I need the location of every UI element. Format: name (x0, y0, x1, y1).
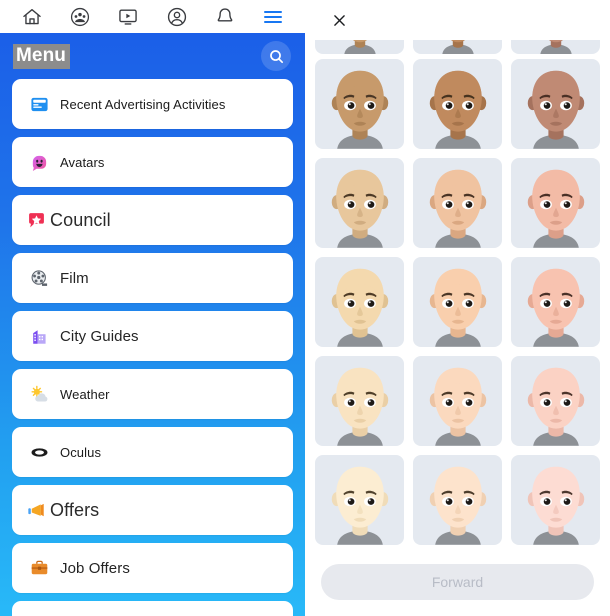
page-title: Menu (13, 43, 71, 69)
menu-item-partial[interactable] (12, 601, 293, 616)
menu-item-oculus[interactable]: Oculus (12, 427, 293, 477)
menu-item-label: City Guides (60, 327, 139, 345)
briefcase-icon (29, 558, 49, 578)
menu-item-job-offers[interactable]: Job Offers (12, 543, 293, 593)
menu-item-recent-advertising-activities[interactable]: Recent Advertising Activities (12, 79, 293, 129)
avatar-skin-tone-screen: Menu Recent Advertising Activities Avata… (0, 0, 610, 616)
avatar-option-partial[interactable] (511, 40, 600, 54)
menu-item-label: Offers (50, 499, 100, 520)
avatar-option[interactable] (315, 158, 404, 248)
avatar-option[interactable] (413, 158, 502, 248)
avatar-scroll-area[interactable] (305, 40, 610, 558)
avatar-option[interactable] (315, 59, 404, 149)
home-icon[interactable] (17, 3, 47, 31)
menu-item-avatars[interactable]: Avatars (12, 137, 293, 187)
city-building-icon (29, 326, 49, 346)
menu-item-city-guides[interactable]: City Guides (12, 311, 293, 361)
bell-icon[interactable] (210, 3, 240, 31)
menu-item-weather[interactable]: Weather (12, 369, 293, 419)
avatar-option-partial[interactable] (315, 40, 404, 54)
menu-item-label: Weather (60, 386, 110, 402)
menu-item-label: Job Offers (60, 559, 130, 577)
avatar-option-partial[interactable] (413, 40, 502, 54)
avatar-option[interactable] (315, 257, 404, 347)
avatar-option[interactable] (511, 455, 600, 545)
avatar-option[interactable] (511, 59, 600, 149)
avatar-option[interactable] (413, 59, 502, 149)
video-icon[interactable] (113, 3, 143, 31)
council-badge-icon (26, 210, 46, 230)
menu-panel: Menu Recent Advertising Activities Avata… (0, 33, 305, 616)
ad-activity-icon (29, 94, 49, 114)
left-panel: Menu Recent Advertising Activities Avata… (0, 0, 305, 616)
avatar-face-icon (29, 152, 49, 172)
avatar-skin-tone-grid (315, 59, 600, 545)
avatar-option[interactable] (413, 455, 502, 545)
menu-item-council[interactable]: Council (12, 195, 293, 245)
avatar-picker-panel: Forward (305, 0, 610, 616)
forward-button[interactable]: Forward (321, 564, 594, 600)
menu-item-offers[interactable]: Offers (12, 485, 293, 535)
search-icon[interactable] (261, 41, 291, 71)
avatar-option[interactable] (511, 257, 600, 347)
avatar-option[interactable] (315, 455, 404, 545)
avatar-partial-row (315, 40, 600, 54)
menu-header: Menu (12, 33, 293, 79)
menu-item-label: Council (50, 209, 111, 230)
menu-item-label: Oculus (60, 444, 102, 460)
menu-item-label: Recent Advertising Activities (60, 96, 226, 112)
forward-button-area: Forward (305, 558, 610, 616)
menu-item-label: Avatars (60, 154, 105, 170)
top-navigation-bar (0, 0, 305, 33)
hamburger-menu-icon[interactable] (258, 3, 288, 31)
film-reel-icon (29, 268, 49, 288)
menu-list: Recent Advertising Activities Avatars Co… (12, 79, 293, 616)
offers-megaphone-icon (26, 500, 46, 520)
avatar-option[interactable] (413, 257, 502, 347)
menu-item-label: Film (60, 269, 89, 287)
close-bar (305, 0, 610, 40)
profile-icon[interactable] (162, 3, 192, 31)
avatar-option[interactable] (315, 356, 404, 446)
menu-item-film[interactable]: Film (12, 253, 293, 303)
close-icon[interactable] (323, 4, 355, 36)
weather-sun-cloud-icon (29, 384, 49, 404)
avatar-option[interactable] (511, 356, 600, 446)
avatar-option[interactable] (511, 158, 600, 248)
oculus-icon (29, 442, 49, 462)
groups-icon[interactable] (65, 3, 95, 31)
avatar-option[interactable] (413, 356, 502, 446)
